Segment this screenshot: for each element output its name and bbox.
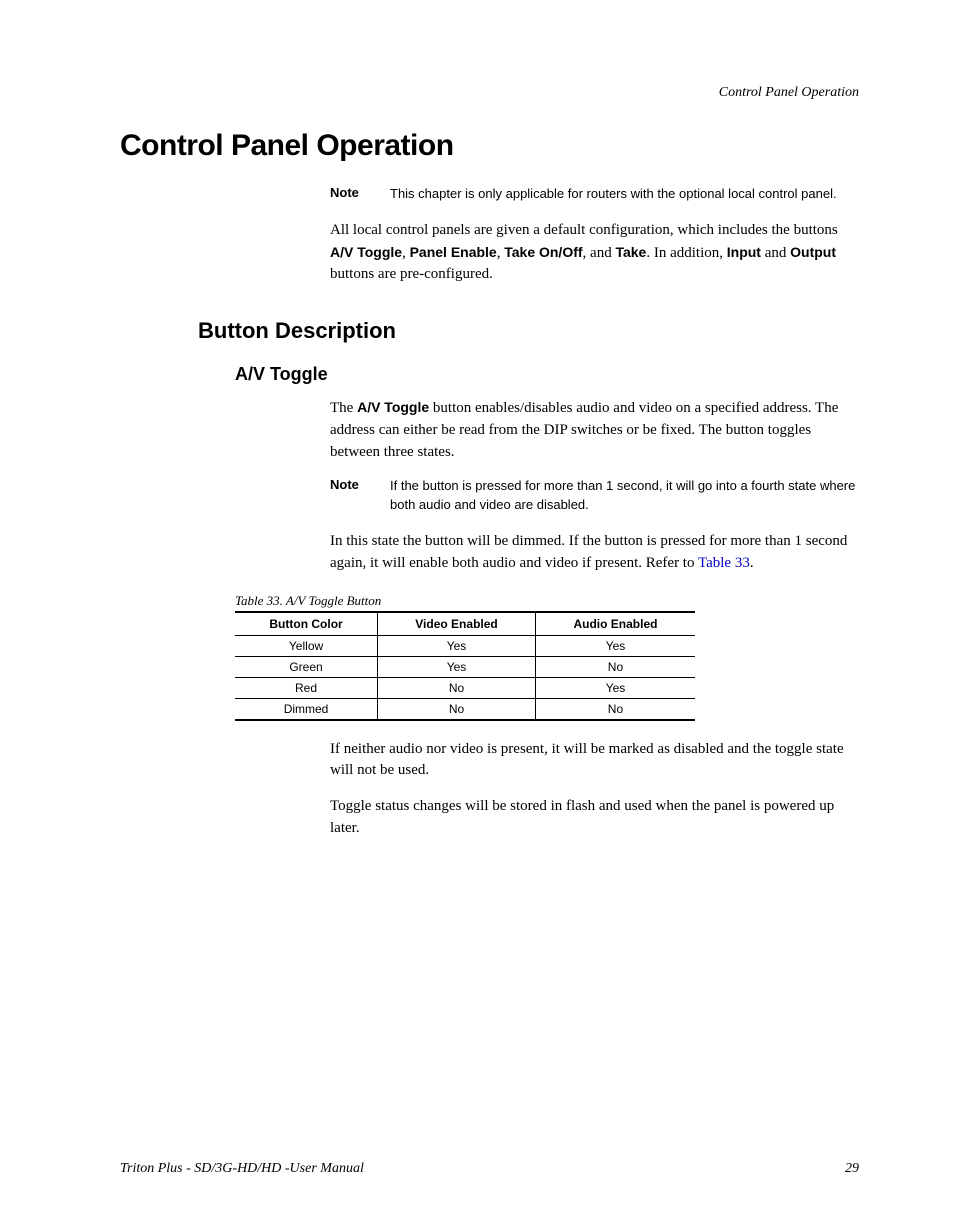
footer-title: Triton Plus - SD/3G-HD/HD -User Manual [120,1161,364,1177]
section-heading: Control Panel Operation [120,129,859,163]
col-header: Video Enabled [378,612,536,636]
table-row: Yellow Yes Yes [235,635,695,656]
button-name: Take On/Off [504,244,582,260]
text: , and [583,245,616,261]
cell: Yellow [235,635,378,656]
cell: Yes [535,635,695,656]
cell: No [378,698,536,720]
table-header-row: Button Color Video Enabled Audio Enabled [235,612,695,636]
note-label: Note [330,185,390,204]
cell: No [378,677,536,698]
table-row: Green Yes No [235,656,695,677]
cell: Yes [378,656,536,677]
text: , [402,245,410,261]
button-name: Output [790,244,836,260]
text: buttons are pre-configured. [330,266,493,282]
button-name: Input [727,244,761,260]
subsubsection-heading: A/V Toggle [235,364,859,385]
text: The [330,400,357,416]
cell: Green [235,656,378,677]
paragraph: The A/V Toggle button enables/disables a… [330,397,859,463]
table-caption: Table 33. A/V Toggle Button [235,593,859,609]
page-footer: Triton Plus - SD/3G-HD/HD -User Manual 2… [120,1161,859,1177]
note-label: Note [330,477,390,515]
cross-reference-link[interactable]: Table 33 [698,555,750,571]
text: All local control panels are given a def… [330,222,838,238]
running-header: Control Panel Operation [120,85,859,101]
cell: Dimmed [235,698,378,720]
col-header: Button Color [235,612,378,636]
note-text: This chapter is only applicable for rout… [390,185,837,204]
subsection-heading: Button Description [198,318,859,344]
paragraph: Toggle status changes will be stored in … [330,796,859,840]
table-row: Dimmed No No [235,698,695,720]
text: and [761,245,790,261]
text: . [750,555,754,571]
col-header: Audio Enabled [535,612,695,636]
button-name: Take [615,244,646,260]
text: . In addition, [646,245,726,261]
table-row: Red No Yes [235,677,695,698]
button-name: Panel Enable [410,244,497,260]
cell: No [535,656,695,677]
cell: Red [235,677,378,698]
cell: Yes [378,635,536,656]
note-text: If the button is pressed for more than 1… [390,477,859,515]
cell: No [535,698,695,720]
paragraph: If neither audio nor video is present, i… [330,739,859,783]
button-name: A/V Toggle [330,244,402,260]
cell: Yes [535,677,695,698]
av-toggle-table: Button Color Video Enabled Audio Enabled… [235,611,695,721]
note-block: Note This chapter is only applicable for… [330,185,859,204]
note-block: Note If the button is pressed for more t… [330,477,859,515]
button-name: A/V Toggle [357,399,429,415]
text: In this state the button will be dimmed.… [330,533,847,571]
paragraph: In this state the button will be dimmed.… [330,531,859,575]
page-number: 29 [845,1161,859,1177]
intro-paragraph: All local control panels are given a def… [330,220,859,286]
